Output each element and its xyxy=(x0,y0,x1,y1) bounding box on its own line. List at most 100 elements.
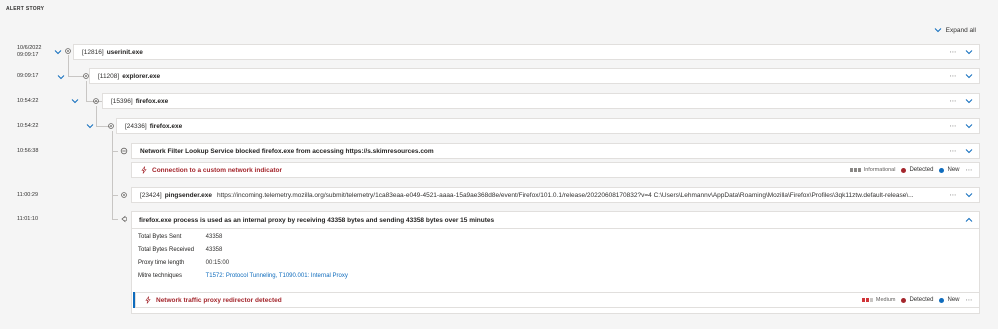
event-time: 09:09:17 xyxy=(17,73,39,79)
collapse-chevron-icon[interactable] xyxy=(54,48,62,56)
event-description: Network Filter Lookup Service blocked fi… xyxy=(140,147,434,155)
status-dot-icon xyxy=(901,167,907,173)
severity-badge: Informational xyxy=(849,167,896,173)
classification-dot-icon xyxy=(939,167,945,173)
collapse-chevron-icon[interactable] xyxy=(57,73,65,81)
more-options-icon[interactable]: ⋯ xyxy=(950,122,958,130)
alert-bolt-icon xyxy=(144,296,152,304)
alert-story-title: ALERT STORY xyxy=(6,6,45,12)
status-label: Detected xyxy=(909,167,934,173)
event-time: 10:56:38 xyxy=(17,148,39,154)
detail-key: Total Bytes Sent xyxy=(138,234,182,240)
classification-badge: New xyxy=(939,297,960,303)
collapse-chevron-icon[interactable] xyxy=(71,97,79,105)
tree-connector xyxy=(112,151,118,152)
process-id: [15396] xyxy=(111,97,133,105)
process-gear-icon xyxy=(107,122,115,130)
severity-bars-icon xyxy=(861,298,873,302)
detail-row: Total Bytes Received 43358 xyxy=(138,247,222,253)
process-card-explorer[interactable]: [11208] explorer.exe ⋯ xyxy=(89,68,980,84)
expand-chevron-icon[interactable] xyxy=(965,72,973,80)
tree-connector xyxy=(86,81,87,102)
status-label: Detected xyxy=(909,297,934,303)
blocked-icon xyxy=(120,147,128,155)
event-time: 11:00:29 xyxy=(17,192,39,198)
severity-bars-icon xyxy=(849,168,861,172)
process-name: pingsender.exe xyxy=(164,191,213,199)
detail-row: Total Bytes Sent 43358 xyxy=(138,234,222,240)
process-id: [11208] xyxy=(98,72,120,80)
process-id: [23424] xyxy=(140,191,162,199)
classification-badge: New xyxy=(939,167,960,173)
detail-key: Mitre techniques xyxy=(138,273,183,279)
proxy-icon xyxy=(120,215,128,223)
tree-connector xyxy=(112,131,113,219)
expand-chevron-icon[interactable] xyxy=(965,48,973,56)
alert-title: Connection to a custom network indicator xyxy=(152,166,283,174)
process-card-userinit[interactable]: [12816] userinit.exe ⋯ xyxy=(73,44,980,60)
network-filter-event-card[interactable]: Network Filter Lookup Service blocked fi… xyxy=(131,143,980,159)
detail-key: Proxy time length xyxy=(138,260,185,266)
more-options-icon[interactable]: ⋯ xyxy=(950,72,958,80)
expand-chevron-icon[interactable] xyxy=(965,191,973,199)
detail-value: 43358 xyxy=(205,247,223,253)
more-options-icon[interactable]: ⋯ xyxy=(950,191,958,199)
tree-connector xyxy=(112,219,118,220)
more-options-icon[interactable]: ⋯ xyxy=(950,48,958,56)
tree-connector xyxy=(68,55,69,77)
process-card-firefox-24336[interactable]: [24336] firefox.exe ⋯ xyxy=(116,118,980,134)
event-time: 09:09:17 xyxy=(17,52,39,58)
expand-all-button[interactable]: Expand all xyxy=(934,26,976,34)
status-badge: Detected xyxy=(901,167,933,173)
status-dot-icon xyxy=(901,297,907,303)
process-card-firefox-15396[interactable]: [15396] firefox.exe ⋯ xyxy=(102,93,980,109)
process-name: explorer.exe xyxy=(122,72,161,80)
detail-value: 43358 xyxy=(205,234,223,240)
detail-value: 00:15:00 xyxy=(205,260,230,266)
process-card-pingsender[interactable]: [23424] pingsender.exe https://incoming.… xyxy=(131,187,980,203)
classification-label: New xyxy=(947,297,960,303)
event-time: 11:01:10 xyxy=(17,216,39,222)
severity-badge: Medium xyxy=(861,297,896,303)
process-id: [24336] xyxy=(125,122,147,130)
detail-row: Proxy time length 00:15:00 xyxy=(138,260,229,266)
process-gear-icon xyxy=(120,191,128,199)
more-options-icon[interactable]: ⋯ xyxy=(966,166,974,174)
more-options-icon[interactable]: ⋯ xyxy=(966,296,974,304)
event-description: firefox.exe process is used as an intern… xyxy=(139,217,495,224)
event-time: 10:54:22 xyxy=(17,123,39,129)
tree-connector xyxy=(112,195,118,196)
process-name: firefox.exe xyxy=(135,97,169,105)
expand-chevron-icon[interactable] xyxy=(965,122,973,130)
classification-dot-icon xyxy=(939,297,945,303)
chevron-down-icon xyxy=(934,26,942,34)
expand-all-label: Expand all xyxy=(945,26,976,34)
event-date: 10/6/2022 xyxy=(17,45,42,51)
status-badge: Detected xyxy=(901,297,933,303)
process-name: firefox.exe xyxy=(149,122,183,130)
process-gear-icon xyxy=(64,47,72,55)
collapse-chevron-icon[interactable] xyxy=(965,216,973,226)
classification-label: New xyxy=(947,167,960,173)
divider xyxy=(132,228,979,229)
alert-bolt-icon xyxy=(140,166,148,174)
more-options-icon[interactable]: ⋯ xyxy=(950,97,958,105)
expand-chevron-icon[interactable] xyxy=(965,147,973,155)
event-time: 10:54:22 xyxy=(17,98,39,104)
process-command-line: https://incoming.telemetry.mozilla.org/s… xyxy=(217,191,914,199)
process-id: [12816] xyxy=(82,48,104,56)
expand-chevron-icon[interactable] xyxy=(965,97,973,105)
process-name: userinit.exe xyxy=(106,48,143,56)
severity-label: Informational xyxy=(863,167,896,173)
event-timestamp: 10/6/2022 09:09:17 xyxy=(17,45,49,59)
tree-connector xyxy=(96,106,97,127)
alert-title: Network traffic proxy redirector detecte… xyxy=(156,296,282,304)
collapse-chevron-icon[interactable] xyxy=(86,122,94,130)
severity-label: Medium xyxy=(875,297,896,303)
mitre-techniques-link[interactable]: T1572: Protocol Tunneling, T1090.001: In… xyxy=(206,273,348,279)
more-options-icon[interactable]: ⋯ xyxy=(950,147,958,155)
alert-card-custom-indicator[interactable]: Connection to a custom network indicator… xyxy=(131,162,980,178)
detail-row: Mitre techniques T1572: Protocol Tunneli… xyxy=(138,273,348,279)
alert-card-proxy-redirector[interactable]: Network traffic proxy redirector detecte… xyxy=(135,292,980,308)
process-gear-icon xyxy=(92,97,100,105)
